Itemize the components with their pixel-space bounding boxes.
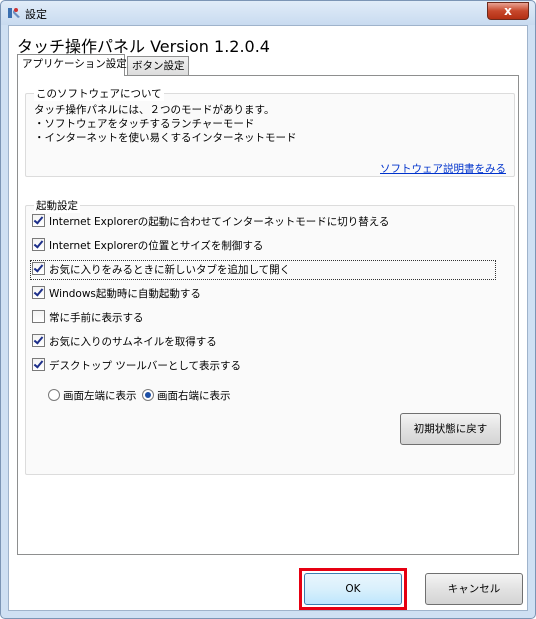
about-group-label: このソフトウェアについて [34,86,164,101]
manual-link[interactable]: ソフトウェア説明書をみる [380,161,506,176]
window-title: 設定 [25,8,47,21]
radio-right-edge[interactable]: 画面右端に表示 [142,388,231,403]
dialog-body: タッチ操作パネル Version 1.2.0.4 アプリケーション設定 ボタン設… [8,25,528,611]
radio-label: 画面右端に表示 [157,390,231,402]
checkbox-always-on-top[interactable]: 常に手前に表示する [32,310,144,326]
app-icon [8,8,20,18]
radio-unselected[interactable] [48,389,60,401]
checkbox-checked[interactable] [32,262,45,275]
close-button[interactable]: x [487,2,529,20]
checkbox-label: Internet Explorerの位置とサイズを制御する [49,240,264,252]
checkbox-label: Windows起動時に自動起動する [49,288,201,300]
checkbox-checked[interactable] [32,334,45,347]
radio-label: 画面左端に表示 [63,390,137,402]
checkbox-checked[interactable] [32,286,45,299]
tab-label: アプリケーション設定 [22,58,127,70]
close-icon: x [504,4,512,18]
checkbox-checked[interactable] [32,214,45,227]
ok-button-highlight [299,568,407,610]
checkbox-unchecked[interactable] [32,310,45,323]
checkbox-favorites-thumbnails[interactable]: お気に入りのサムネイルを取得する [32,334,217,350]
radio-selected[interactable] [142,389,154,401]
checkbox-label: 常に手前に表示する [49,312,144,324]
tab-application-settings[interactable]: アプリケーション設定 [17,54,127,76]
checkbox-ie-internet-mode[interactable]: Internet Explorerの起動に合わせてインターネットモードに切り替え… [32,214,389,230]
about-line: ・ソフトウェアをタッチするランチャーモード [34,118,255,130]
checkbox-label: Internet Explorerの起動に合わせてインターネットモードに切り替え… [49,216,390,228]
settings-window: 設定 x タッチ操作パネル Version 1.2.0.4 アプリケーション設定… [0,0,536,619]
startup-group-label: 起動設定 [34,198,80,213]
about-line: タッチ操作パネルには、２つのモードがあります。 [34,104,275,116]
checkbox-autostart[interactable]: Windows起動時に自動起動する [32,286,201,302]
tab-button-settings[interactable]: ボタン設定 [127,56,189,75]
cancel-button[interactable]: キャンセル [425,573,523,605]
checkbox-favorites-new-tab[interactable]: お気に入りをみるときに新しいタブを追加して開く [30,260,496,280]
checkbox-checked[interactable] [32,238,45,251]
checkbox-ie-position-size[interactable]: Internet Explorerの位置とサイズを制御する [32,238,263,254]
checkbox-checked[interactable] [32,358,45,371]
about-line: ・インターネットを使い易くするインターネットモード [34,132,297,144]
checkbox-label: お気に入りのサムネイルを取得する [49,336,217,348]
checkbox-label: お気に入りをみるときに新しいタブを追加して開く [49,264,291,276]
title-bar[interactable]: 設定 x [1,1,535,25]
checkbox-desktop-toolbar[interactable]: デスクトップ ツールバーとして表示する [32,358,241,374]
about-group: このソフトウェアについて タッチ操作パネルには、２つのモードがあります。 ・ソフ… [25,86,515,177]
reset-defaults-button[interactable]: 初期状態に戻す [400,413,501,445]
tab-label: ボタン設定 [132,60,185,72]
startup-group: 起動設定 Internet Explorerの起動に合わせてインターネットモード… [25,198,515,475]
checkbox-label: デスクトップ ツールバーとして表示する [49,360,242,372]
tab-panel: このソフトウェアについて タッチ操作パネルには、２つのモードがあります。 ・ソフ… [17,75,519,555]
radio-left-edge[interactable]: 画面左端に表示 [48,388,137,403]
